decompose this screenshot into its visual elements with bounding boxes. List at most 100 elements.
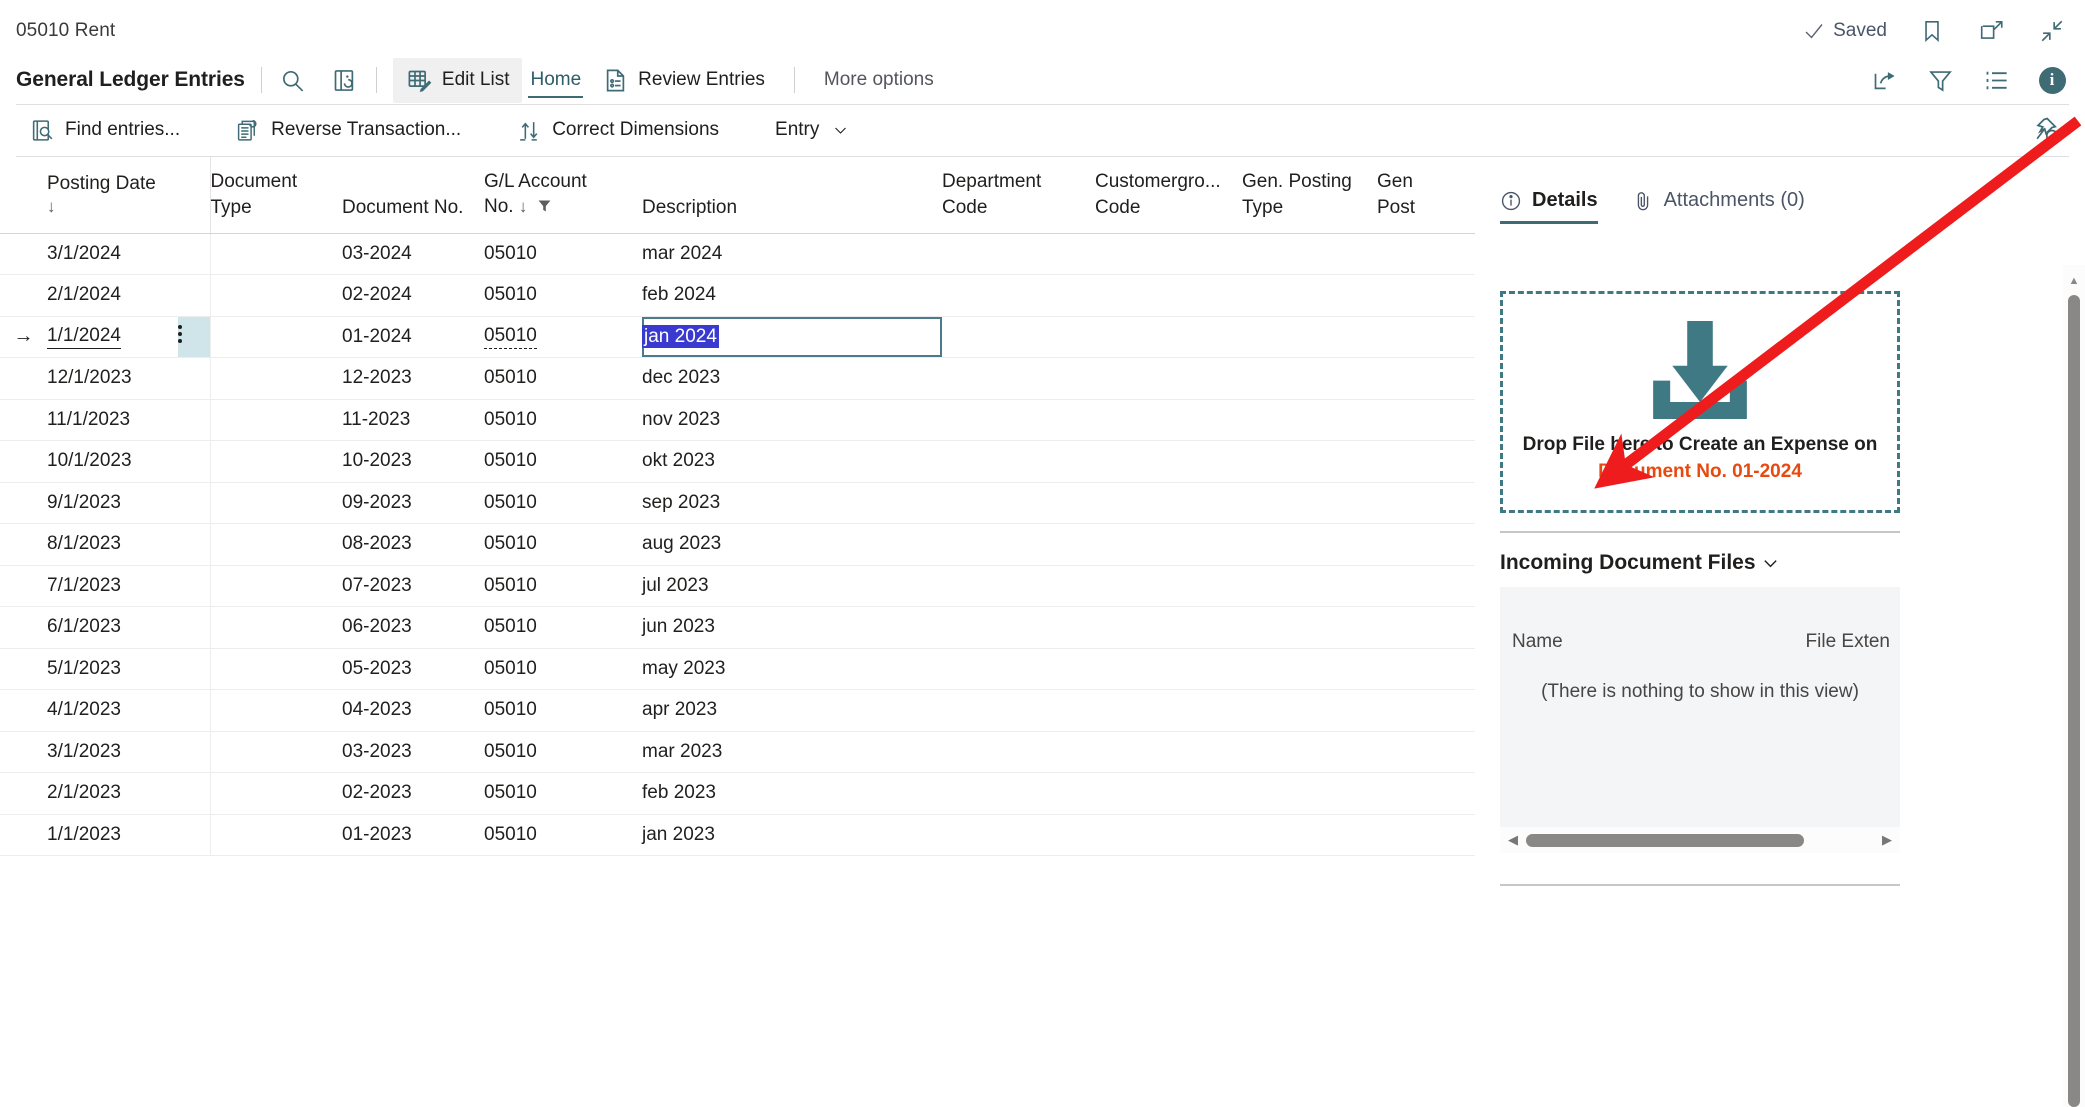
- cell-document-type[interactable]: [209, 689, 342, 732]
- cell-customergroup-code[interactable]: [1095, 233, 1242, 275]
- cell-description[interactable]: apr 2023: [642, 689, 942, 732]
- find-entries-button[interactable]: Find entries...: [16, 110, 194, 151]
- cell-description[interactable]: jan 2023: [642, 814, 942, 856]
- cell-document-type[interactable]: [209, 440, 342, 483]
- cell-document-type[interactable]: [209, 565, 342, 607]
- open-in-new-window-icon[interactable]: [1977, 16, 2007, 46]
- cell-document-type[interactable]: [209, 482, 342, 524]
- cell-gen-posting-type[interactable]: [1242, 772, 1377, 815]
- cell-department-code[interactable]: [942, 399, 1095, 441]
- cell-gl-account-no[interactable]: 05010: [484, 482, 642, 524]
- cell-gen-posting-type[interactable]: [1242, 440, 1377, 483]
- cell-department-code[interactable]: [942, 606, 1095, 649]
- cell-department-code[interactable]: [942, 482, 1095, 524]
- cell-department-code[interactable]: [942, 565, 1095, 607]
- cell-customergroup-code[interactable]: [1095, 482, 1242, 524]
- cell-posting-date[interactable]: 7/1/2023: [47, 565, 178, 607]
- cell-document-no[interactable]: 10-2023: [342, 440, 484, 483]
- table-row[interactable]: 7/1/2023 07-2023 05010 jul 2023: [0, 565, 1475, 607]
- table-row[interactable]: 3/1/2024 03-2024 05010 mar 2024: [0, 233, 1475, 275]
- table-row[interactable]: 2/1/2023 02-2023 05010 feb 2023: [0, 772, 1475, 815]
- cell-department-code[interactable]: [942, 440, 1095, 483]
- column-filter-icon[interactable]: [537, 195, 552, 220]
- filter-icon[interactable]: [1925, 65, 1955, 95]
- col-header-department-code[interactable]: Department Code: [942, 157, 1095, 234]
- cell-department-code[interactable]: [942, 523, 1095, 566]
- cell-description[interactable]: jul 2023: [642, 565, 942, 607]
- minimize-icon[interactable]: [2037, 16, 2067, 46]
- cell-department-code[interactable]: [942, 274, 1095, 317]
- cell-posting-date[interactable]: 8/1/2023: [47, 523, 178, 566]
- cell-posting-date[interactable]: 10/1/2023: [47, 440, 178, 483]
- table-row[interactable]: 1/1/2023 01-2023 05010 jan 2023: [0, 814, 1475, 856]
- incoming-document-files-list[interactable]: Name File Exten (There is nothing to sho…: [1500, 587, 1900, 827]
- cell-department-code[interactable]: [942, 731, 1095, 773]
- table-row[interactable]: 3/1/2023 03-2023 05010 mar 2023: [0, 731, 1475, 773]
- cell-gen-posting-type[interactable]: [1242, 731, 1377, 773]
- cell-customergroup-code[interactable]: [1095, 316, 1242, 358]
- tab-edit-list[interactable]: Edit List: [392, 57, 523, 103]
- col-header-customergroup-code[interactable]: Customergro... Code: [1095, 157, 1242, 234]
- cell-description[interactable]: may 2023: [642, 648, 942, 690]
- col-header-gen-posting-type[interactable]: Gen. Posting Type: [1242, 157, 1377, 234]
- incoming-document-files-title[interactable]: Incoming Document Files: [1500, 551, 1779, 575]
- general-ledger-entries-grid[interactable]: Posting Date ↓ Document Type Document No…: [0, 157, 1475, 1107]
- cell-customergroup-code[interactable]: [1095, 814, 1242, 856]
- cell-department-code[interactable]: [942, 648, 1095, 690]
- col-header-gen-posting-2[interactable]: Gen Post: [1377, 157, 1475, 234]
- cell-document-no[interactable]: 02-2023: [342, 772, 484, 815]
- cell-document-no[interactable]: 07-2023: [342, 565, 484, 607]
- cell-customergroup-code[interactable]: [1095, 731, 1242, 773]
- cell-customergroup-code[interactable]: [1095, 648, 1242, 690]
- cell-posting-date[interactable]: 11/1/2023: [47, 399, 178, 441]
- incoming-files-horizontal-scrollbar[interactable]: ◀ ▶: [1500, 827, 1900, 853]
- table-row[interactable]: 10/1/2023 10-2023 05010 okt 2023: [0, 440, 1475, 483]
- bookmark-icon[interactable]: [1917, 16, 1947, 46]
- share-icon[interactable]: [1869, 65, 1899, 95]
- horizontal-scroll-track[interactable]: [1526, 827, 1874, 853]
- col-header-gl-account-no[interactable]: G/L Account No. ↓: [484, 157, 642, 234]
- search-icon[interactable]: [278, 65, 308, 95]
- cell-gl-account-no[interactable]: 05010: [484, 523, 642, 566]
- cell-gen-posting-type[interactable]: [1242, 814, 1377, 856]
- cell-gl-account-no[interactable]: 05010: [484, 440, 642, 483]
- cell-document-type[interactable]: [209, 523, 342, 566]
- tab-review-entries[interactable]: Review Entries: [589, 58, 778, 103]
- cell-gl-account-no[interactable]: 05010: [484, 399, 642, 441]
- cell-document-no[interactable]: 08-2023: [342, 523, 484, 566]
- more-options-button[interactable]: More options: [811, 60, 947, 100]
- cell-department-code[interactable]: [942, 357, 1095, 400]
- cell-gl-account-no[interactable]: 05010: [484, 233, 642, 275]
- table-row[interactable]: 12/1/2023 12-2023 05010 dec 2023: [0, 357, 1475, 400]
- cell-gen-posting-2[interactable]: [1377, 399, 1475, 441]
- cell-document-type[interactable]: [209, 399, 342, 441]
- cell-description[interactable]: sep 2023: [642, 482, 942, 524]
- cell-gen-posting-type[interactable]: [1242, 399, 1377, 441]
- cell-gen-posting-type[interactable]: [1242, 606, 1377, 649]
- active-cell-description[interactable]: jan 2024: [642, 316, 942, 358]
- cell-gen-posting-type[interactable]: [1242, 357, 1377, 400]
- cell-document-type[interactable]: [209, 772, 342, 815]
- cell-customergroup-code[interactable]: [1095, 772, 1242, 815]
- cell-description[interactable]: mar 2023: [642, 731, 942, 773]
- page-vertical-scrollbar[interactable]: ▲: [2063, 265, 2085, 1107]
- breadcrumb[interactable]: 05010 Rent: [16, 20, 115, 42]
- cell-customergroup-code[interactable]: [1095, 440, 1242, 483]
- col-header-posting-date[interactable]: Posting Date ↓: [47, 157, 178, 234]
- table-row[interactable]: 8/1/2023 08-2023 05010 aug 2023: [0, 523, 1475, 566]
- list-view-icon[interactable]: [1981, 65, 2011, 95]
- cell-gen-posting-type[interactable]: [1242, 316, 1377, 358]
- cell-description[interactable]: dec 2023: [642, 357, 942, 400]
- col-header-description[interactable]: Description: [642, 157, 942, 234]
- cell-document-no[interactable]: 11-2023: [342, 399, 484, 441]
- cell-document-type[interactable]: [209, 648, 342, 690]
- cell-gen-posting-2[interactable]: [1377, 648, 1475, 690]
- cell-gen-posting-type[interactable]: [1242, 565, 1377, 607]
- cell-gl-account-no[interactable]: 05010: [484, 565, 642, 607]
- cell-document-type[interactable]: [209, 233, 342, 275]
- scroll-up-arrow-icon[interactable]: ▲: [2063, 275, 2085, 287]
- cell-customergroup-code[interactable]: [1095, 565, 1242, 607]
- table-row[interactable]: 11/1/2023 11-2023 05010 nov 2023: [0, 399, 1475, 441]
- cell-document-no[interactable]: 04-2023: [342, 689, 484, 732]
- scroll-right-arrow-icon[interactable]: ▶: [1874, 832, 1900, 848]
